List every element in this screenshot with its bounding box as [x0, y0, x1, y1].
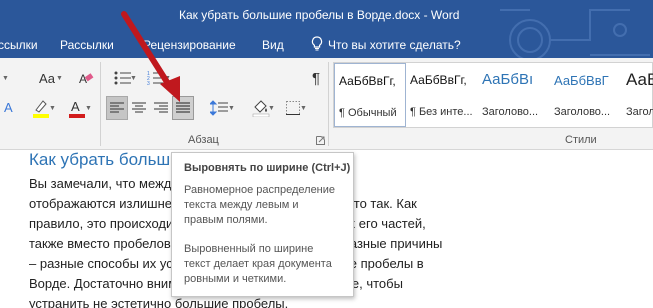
tooltip-description: Равномерное распределение текста между л… — [184, 184, 336, 226]
style-heading-2[interactable]: АаБбВвГ Заголово... — [550, 63, 622, 127]
numbering-icon[interactable]: 123 ▼ — [140, 66, 172, 90]
ribbon-tabs: ссылки Рассылки Рецензирование Вид Что в… — [0, 30, 653, 58]
style-title[interactable]: АаБ Заголово... — [622, 63, 653, 127]
justify-icon[interactable] — [172, 96, 194, 120]
highlight-icon[interactable]: ▼ — [24, 96, 58, 120]
tell-me-search[interactable]: Что вы хотите сделать? — [328, 38, 461, 52]
document-heading: Как убрать больш — [29, 150, 171, 169]
tab-review[interactable]: Рецензирование — [143, 38, 236, 52]
line-spacing-icon[interactable]: ▼ — [202, 96, 236, 120]
dialog-launcher-icon[interactable] — [314, 134, 326, 146]
tooltip-description-extra: Выровненный по ширине текст делает края … — [184, 243, 332, 285]
ribbon-home: ▼ Aa ▼ A A ▼ A ▼ ▼ 123 ▼ ¶ ▼ ▼ ▼ Абзац С… — [0, 58, 653, 150]
bullets-icon[interactable]: ▼ — [108, 66, 138, 90]
style-no-spacing[interactable]: АаБбВвГг, ¶ Без инте... — [406, 63, 478, 127]
borders-icon[interactable]: ▼ — [278, 96, 308, 120]
styles-group-label: Стили — [565, 134, 597, 146]
paragraph-group-label: Абзац — [188, 134, 219, 146]
lightbulb-icon — [311, 36, 323, 54]
align-center-icon[interactable] — [128, 96, 150, 120]
align-left-icon[interactable] — [106, 96, 128, 120]
font-size-dropdown-icon[interactable]: ▼ — [0, 68, 14, 90]
svg-text:A: A — [79, 72, 87, 86]
svg-text:A: A — [71, 99, 80, 114]
change-case-button[interactable]: Aa ▼ — [30, 66, 64, 90]
tooltip-title: Выровнять по ширине (Ctrl+J) — [184, 162, 351, 174]
svg-text:3: 3 — [147, 81, 150, 86]
tab-references[interactable]: ссылки — [0, 38, 38, 52]
style-normal[interactable]: АаБбВвГг, ¶ Обычный — [334, 63, 406, 127]
align-right-icon[interactable] — [150, 96, 172, 120]
tab-view[interactable]: Вид — [262, 38, 284, 52]
styles-gallery: АаБбВвГг, ¶ Обычный АаБбВвГг, ¶ Без инте… — [333, 62, 653, 128]
text-effects-icon[interactable]: A — [0, 96, 22, 118]
shading-icon[interactable]: ▼ — [246, 96, 276, 120]
style-heading-1[interactable]: АаБбВı Заголово... — [478, 63, 550, 127]
tab-mailings[interactable]: Рассылки — [60, 38, 114, 52]
svg-text:A: A — [4, 100, 13, 115]
justify-tooltip: Выровнять по ширине (Ctrl+J) Равномерное… — [171, 152, 354, 297]
clear-formatting-icon[interactable]: A — [74, 66, 98, 90]
pilcrow-icon[interactable]: ¶ — [306, 66, 326, 90]
font-color-icon[interactable]: A ▼ — [60, 96, 94, 120]
window-title: Как убрать большие пробелы в Ворде.docx … — [179, 8, 460, 22]
title-bar: Как убрать большие пробелы в Ворде.docx … — [0, 0, 653, 30]
group-separator — [328, 62, 329, 146]
group-separator — [100, 62, 101, 146]
document-line: устранить не эстетично большие пробелы. — [29, 296, 289, 308]
